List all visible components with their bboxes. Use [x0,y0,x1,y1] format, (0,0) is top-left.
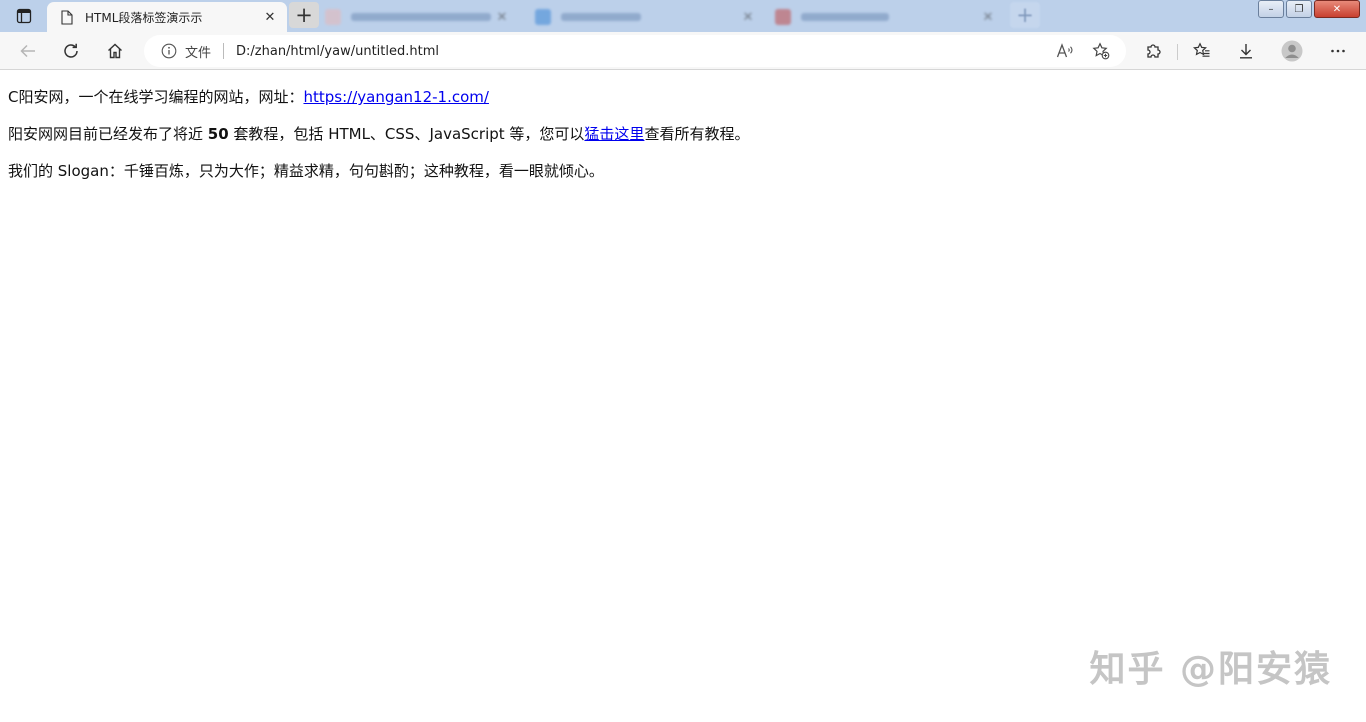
new-tab-button-ghost[interactable]: + [1010,2,1040,28]
tab-title-blurred [801,13,889,21]
tab-strip: HTML段落标签演示示 ✕ + ✕ ✕ ✕ + – ❐ ✕ [0,0,1366,32]
toolbar-divider [1177,44,1178,60]
paragraph-2-text-start: 阳安网网目前已经发布了将近 [8,125,208,143]
puzzle-icon [1147,44,1161,58]
add-favorite-button[interactable] [1086,36,1116,66]
tab-inactive[interactable]: ✕ [535,2,765,32]
refresh-button[interactable] [56,36,86,66]
refresh-icon [64,43,78,58]
paragraph-2-text-end: 查看所有教程。 [644,125,750,143]
tab-title: HTML段落标签演示示 [85,10,203,25]
download-icon [1240,44,1252,59]
window-controls: – ❐ ✕ [1256,0,1360,18]
tab-actions-icon [16,8,32,24]
read-aloud-icon [1056,43,1073,58]
paragraph-3: 我们的 Slogan：千锤百炼，只为大作；精益求精，句句斟酌；这种教程，看一眼就… [8,162,604,180]
tutorial-count: 50 [207,125,229,143]
address-label: 文件 [185,45,212,61]
close-tab-button[interactable]: ✕ [737,6,759,28]
downloads-button[interactable] [1231,36,1261,66]
paragraph-1-text: C阳安网，一个在线学习编程的网站，网址： [8,88,304,106]
browser-toolbar: 文件 D:/zhan/html/yaw/untitled.html [0,32,1366,70]
new-tab-button[interactable]: + [289,2,319,28]
tab-actions-button[interactable] [8,4,40,28]
minimize-button[interactable]: – [1258,0,1284,18]
home-icon [108,43,122,59]
star-add-icon [1092,42,1110,60]
extensions-button[interactable] [1138,36,1168,66]
tab-active[interactable]: HTML段落标签演示示 ✕ [47,2,287,32]
avatar-icon [1281,40,1303,62]
close-tab-button[interactable]: ✕ [491,6,513,28]
close-tab-button[interactable]: ✕ [977,6,999,28]
favicon-icon [325,9,341,25]
page-icon [59,9,75,25]
site-info-button[interactable]: 文件 [161,42,211,61]
back-arrow-icon [20,44,35,58]
watermark: 知乎 @阳安猿 [1089,649,1332,690]
info-icon [161,43,177,59]
favicon-icon [535,9,551,25]
favorites-list-icon [1193,42,1210,57]
more-horizontal-icon [1331,49,1345,53]
tab-inactive[interactable]: ✕ [325,2,525,32]
favicon-icon [775,9,791,25]
page-content: C阳安网，一个在线学习编程的网站，网址：https://yangan12-1.c… [8,86,1358,197]
address-actions [1044,35,1116,67]
profile-button[interactable] [1277,36,1307,66]
paragraph-2-text-middle: 套教程，包括 HTML、CSS、JavaScript 等，您可以 [228,125,585,143]
back-button[interactable] [13,36,43,66]
close-tab-button[interactable]: ✕ [259,6,281,28]
home-button[interactable] [100,36,130,66]
site-url-link[interactable]: https://yangan12-1.com/ [303,88,488,106]
tutorials-link[interactable]: 猛击这里 [584,125,644,143]
tab-title-blurred [561,13,641,21]
restore-button[interactable]: ❐ [1286,0,1312,18]
address-divider [223,43,225,59]
read-aloud-button[interactable] [1050,36,1080,66]
address-bar[interactable]: 文件 D:/zhan/html/yaw/untitled.html [144,35,1126,67]
paragraph-1: C阳安网，一个在线学习编程的网站，网址：https://yangan12-1.c… [8,86,1358,108]
url-input[interactable]: D:/zhan/html/yaw/untitled.html [236,44,439,59]
favorites-button[interactable] [1187,36,1217,66]
close-window-button[interactable]: ✕ [1314,0,1360,18]
tab-title-blurred [351,13,491,21]
tab-inactive[interactable]: ✕ [775,2,1005,32]
settings-menu-button[interactable] [1323,36,1353,66]
paragraph-2: 阳安网网目前已经发布了将近 50 套教程，包括 HTML、CSS、JavaScr… [8,123,1358,145]
